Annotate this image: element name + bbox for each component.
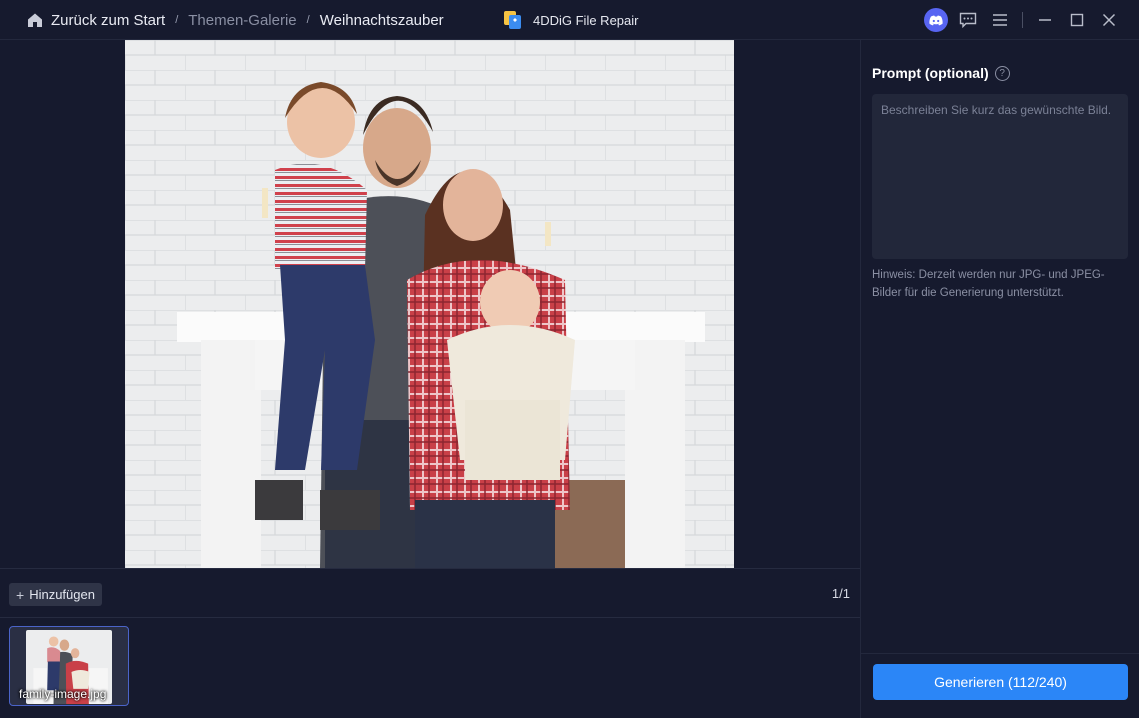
app-logo-icon — [503, 10, 523, 30]
image-canvas — [0, 40, 860, 568]
add-image-label: Hinzufügen — [29, 587, 95, 602]
maximize-button[interactable] — [1061, 0, 1093, 40]
close-icon — [1102, 13, 1116, 27]
feedback-icon — [959, 12, 977, 28]
breadcrumb-home[interactable]: Zurück zum Start — [51, 12, 165, 29]
main-preview-image[interactable] — [125, 40, 734, 568]
thumbnail-item[interactable]: family-image.jpg — [9, 626, 129, 706]
prompt-heading: Prompt (optional) ? — [872, 65, 1010, 81]
close-button[interactable] — [1093, 0, 1125, 40]
breadcrumb: Zurück zum Start / Themen-Galerie / Weih… — [26, 0, 444, 40]
breadcrumb-current: Weihnachtszauber — [319, 11, 444, 29]
menu-icon — [993, 14, 1007, 26]
prompt-input[interactable] — [872, 94, 1128, 259]
controls-divider — [1022, 12, 1023, 28]
generate-button[interactable]: Generieren (112/240) — [873, 664, 1128, 700]
title-bar: Zurück zum Start / Themen-Galerie / Weih… — [0, 0, 1139, 40]
settings-panel: Prompt (optional) ? Hinweis: Derzeit wer… — [861, 40, 1139, 718]
discord-button[interactable] — [920, 0, 952, 40]
minimize-icon — [1039, 19, 1051, 21]
window-controls — [920, 0, 1125, 40]
discord-icon — [924, 8, 948, 32]
app-window: Zurück zum Start / Themen-Galerie / Weih… — [0, 0, 1139, 718]
menu-button[interactable] — [984, 0, 1016, 40]
prompt-title: Prompt (optional) — [872, 65, 989, 81]
thumbnail-strip: family-image.jpg — [0, 618, 860, 718]
breadcrumb-gallery[interactable]: Themen-Galerie — [188, 12, 296, 29]
add-image-button[interactable]: + Hinzufügen — [9, 583, 102, 606]
breadcrumb-separator: / — [175, 14, 179, 26]
thumbnail-filename: family-image.jpg — [19, 687, 107, 701]
breadcrumb-separator: / — [306, 14, 310, 26]
help-icon[interactable]: ? — [994, 65, 1010, 81]
page-counter: 1/1 — [831, 586, 850, 601]
format-hint: Hinweis: Derzeit werden nur JPG- und JPE… — [872, 269, 1105, 299]
feedback-button[interactable] — [952, 0, 984, 40]
app-name: 4DDiG File Repair — [533, 12, 639, 28]
home-icon[interactable] — [26, 11, 44, 29]
app-brand: 4DDiG File Repair — [503, 0, 638, 40]
panel-divider — [861, 653, 1139, 654]
plus-icon: + — [16, 586, 25, 603]
minimize-button[interactable] — [1029, 0, 1061, 40]
maximize-icon — [1070, 13, 1084, 27]
image-toolbar: + Hinzufügen 1/1 — [0, 568, 860, 618]
